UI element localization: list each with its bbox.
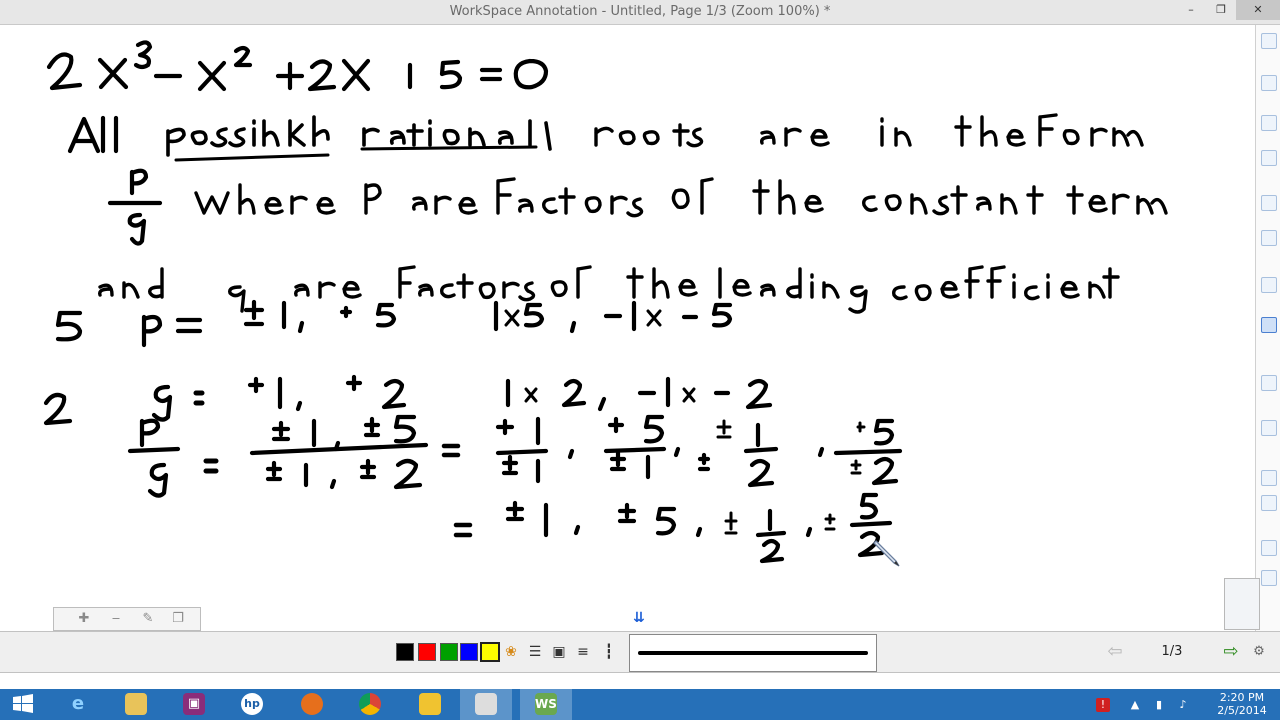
next-page-icon[interactable]: ⇨ (1220, 641, 1242, 663)
volume-icon[interactable]: ♪ (1176, 698, 1190, 712)
close-button[interactable]: ✕ (1236, 0, 1280, 20)
hp-logo-icon: hp (241, 693, 263, 715)
color-yellow-swatch[interactable] (480, 642, 500, 662)
network-icon[interactable]: ▲ (1128, 698, 1142, 712)
side-tool-icon[interactable] (1261, 115, 1277, 131)
battery-icon[interactable]: ▮ (1152, 698, 1166, 712)
side-tool-icon[interactable] (1261, 375, 1277, 391)
video-icon (475, 693, 497, 715)
presentation-icon: ▣ (183, 693, 205, 715)
presentation-app[interactable]: ▣ (168, 689, 220, 720)
side-tool-icon[interactable] (1261, 495, 1277, 511)
zoom-out-icon[interactable]: ‒ (108, 611, 124, 627)
minimize-icon[interactable]: – (1176, 0, 1206, 20)
side-tool-icon[interactable] (1261, 230, 1277, 246)
workspace-app[interactable]: WS (520, 689, 572, 720)
taskbar: e ▣ hp WS ! ▲ ▮ ♪ 2:20 PM 2/5/2014 (0, 689, 1280, 720)
side-tool-icon[interactable] (1261, 420, 1277, 436)
video-app[interactable] (460, 689, 512, 720)
whiteboard-canvas[interactable] (0, 25, 1254, 631)
color-black-swatch[interactable] (396, 643, 414, 661)
folder-icon (125, 693, 147, 715)
close-icon: ✕ (1253, 3, 1263, 16)
windows-logo-icon (12, 693, 34, 715)
page-indicator: 1/3 (1161, 644, 1183, 659)
pen-width-preview[interactable] (629, 634, 877, 672)
side-tool-icon[interactable] (1261, 33, 1277, 49)
handwriting-ink (43, 40, 1168, 564)
side-tool-icon[interactable] (1261, 540, 1277, 556)
side-tool-icon[interactable] (1261, 470, 1277, 486)
line-style-icon[interactable]: ≡ (574, 643, 592, 661)
alert-icon[interactable]: ! (1096, 698, 1110, 712)
clock-time: 2:20 PM (1219, 691, 1265, 704)
pen-cursor-icon (873, 540, 900, 567)
hp-app[interactable]: hp (226, 689, 278, 720)
line-width-icon[interactable]: ☰ (526, 643, 544, 661)
clock-date: 2/5/2014 (1217, 704, 1267, 717)
internet-explorer-app[interactable]: e (52, 689, 104, 720)
system-clock[interactable]: 2:20 PM 2/5/2014 (1212, 691, 1272, 717)
color-red-swatch[interactable] (418, 643, 436, 661)
side-tool-icon[interactable] (1261, 150, 1277, 166)
collapse-panel-icon[interactable] (1261, 317, 1277, 333)
expand-toolbar-icon[interactable]: ⇊ (627, 607, 651, 629)
chrome-icon (359, 693, 381, 715)
select-tool-icon[interactable]: ▣ (550, 643, 568, 661)
annotation-toolbar: ❀ ☰ ▣ ≡ ┇ ⇦ 1/3 ⇨ ⚙ (0, 631, 1280, 673)
file-explorer-app[interactable] (110, 689, 162, 720)
app-icon (419, 693, 441, 715)
side-tool-icon[interactable] (1261, 570, 1277, 586)
side-tool-icon[interactable] (1261, 277, 1277, 293)
color-palette-icon[interactable]: ❀ (502, 643, 520, 661)
color-green-swatch[interactable] (440, 643, 458, 661)
firefox-app[interactable] (286, 689, 338, 720)
restore-icon[interactable]: ❐ (1206, 0, 1236, 20)
dash-style-icon[interactable]: ┇ (600, 643, 618, 661)
app-button[interactable] (404, 689, 456, 720)
start-button[interactable] (0, 689, 52, 720)
zoom-toolbar: ✚ ‒ ✎ ❐ (53, 607, 201, 631)
firefox-icon (301, 693, 323, 715)
previous-page-icon[interactable]: ⇦ (1104, 641, 1126, 663)
page-sorter-icon[interactable] (1224, 578, 1260, 630)
workspace-icon: WS (535, 693, 557, 715)
side-tool-strip (1255, 25, 1280, 631)
pen-line-sample (638, 651, 868, 655)
zoom-in-icon[interactable]: ✚ (76, 611, 92, 627)
side-tool-icon[interactable] (1261, 75, 1277, 91)
window-title: WorkSpace Annotation - Untitled, Page 1/… (449, 4, 831, 19)
edit-page-icon[interactable]: ✎ (140, 611, 156, 627)
title-bar: WorkSpace Annotation - Untitled, Page 1/… (0, 0, 1280, 25)
side-tool-icon[interactable] (1261, 195, 1277, 211)
chrome-app[interactable] (344, 689, 396, 720)
settings-icon[interactable]: ⚙ (1248, 641, 1270, 663)
copy-page-icon[interactable]: ❐ (170, 611, 186, 627)
internet-explorer-icon: e (71, 693, 85, 714)
color-blue-swatch[interactable] (460, 643, 478, 661)
